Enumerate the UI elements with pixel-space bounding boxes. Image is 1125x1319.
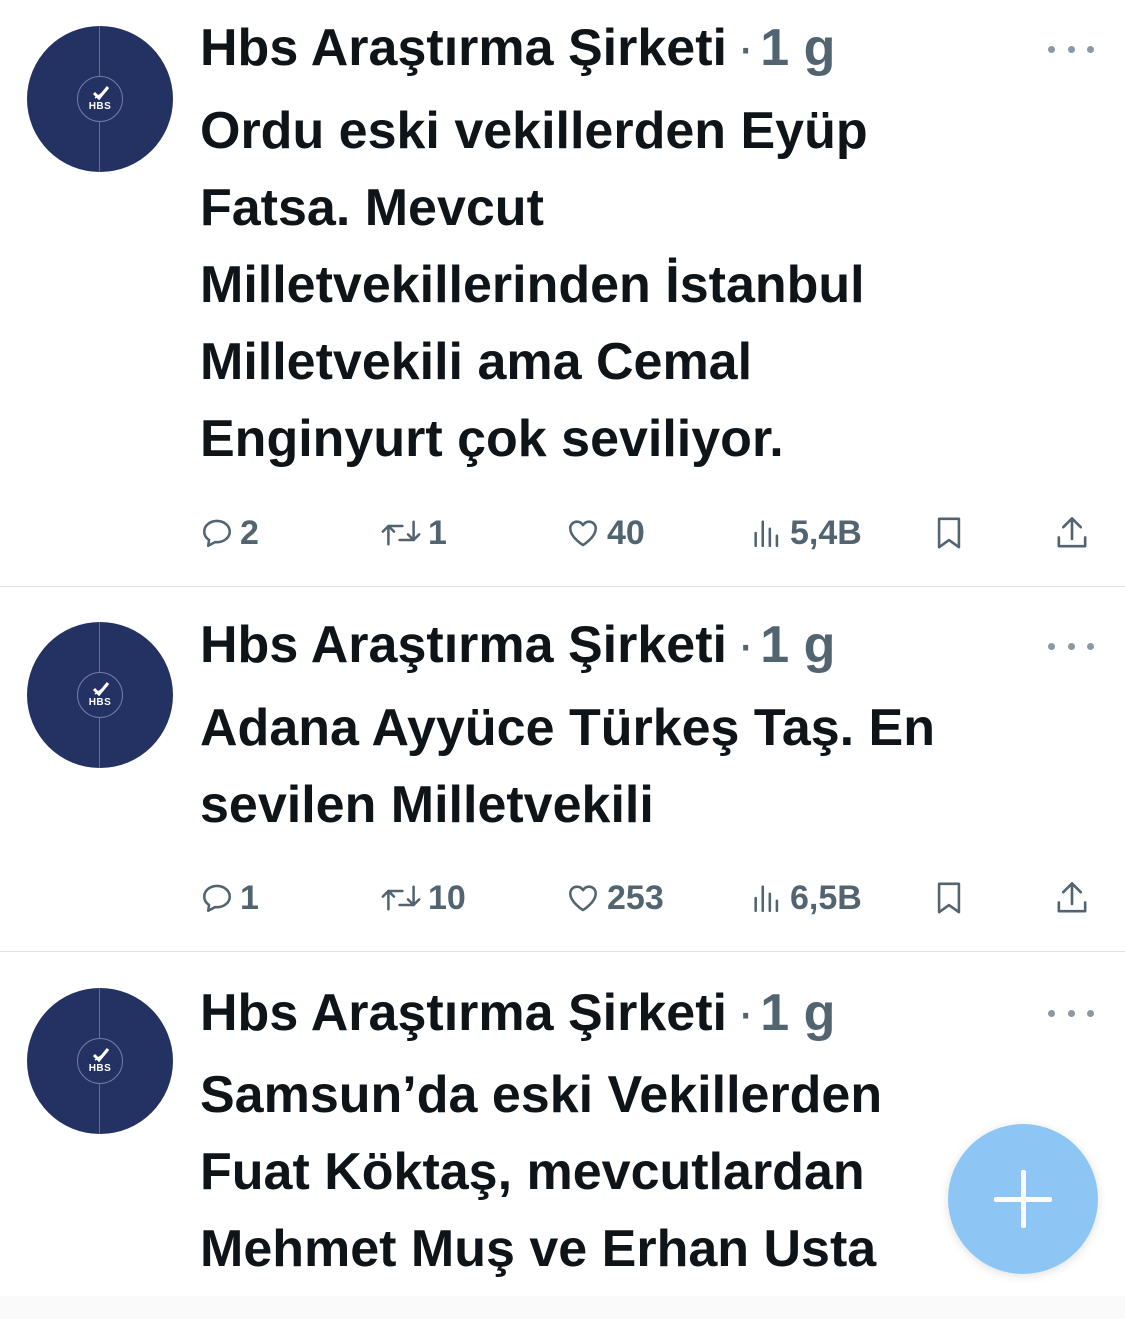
retweet-icon xyxy=(381,520,421,546)
tweet-text: Ordu eski vekillerden Eyüp Fatsa. Mevcut… xyxy=(200,102,868,468)
views-button[interactable]: 6,5B xyxy=(750,873,862,923)
reply-icon xyxy=(202,519,232,548)
share-button[interactable] xyxy=(1054,873,1090,923)
avatar[interactable]: HBS xyxy=(27,26,173,172)
heart-icon xyxy=(568,885,598,912)
timestamp[interactable]: 1 g xyxy=(760,18,835,78)
plus-icon-vertical xyxy=(1021,1170,1026,1228)
avatar-logo-text: HBS xyxy=(88,1063,112,1074)
heart-icon xyxy=(568,520,598,547)
checkmark-icon xyxy=(92,682,110,697)
author-name[interactable]: Hbs Araştırma Şirketi xyxy=(200,983,727,1043)
like-button[interactable]: 40 xyxy=(565,508,645,558)
bookmark-icon xyxy=(937,517,961,549)
like-button[interactable]: 253 xyxy=(565,873,664,923)
tweet[interactable]: HBS Hbs Araştırma Şirketi · 1 g Samsun’d… xyxy=(0,952,1125,1319)
tweet[interactable]: HBS Hbs Araştırma Şirketi · 1 g Adana Ay… xyxy=(0,587,1125,952)
more-icon[interactable] xyxy=(1048,1006,1094,1020)
retweet-icon xyxy=(381,885,421,911)
views-count: 6,5B xyxy=(790,878,862,917)
views-icon xyxy=(754,885,779,913)
hbs-logo: HBS xyxy=(77,76,123,122)
views-button[interactable]: 5,4B xyxy=(750,508,862,558)
reply-icon xyxy=(202,884,232,913)
bookmark-button[interactable] xyxy=(932,873,966,923)
separator: · xyxy=(736,616,755,674)
bookmark-icon xyxy=(937,882,961,914)
tweet-header: Hbs Araştırma Şirketi · 1 g xyxy=(200,983,835,1043)
like-count: 253 xyxy=(607,878,664,917)
reply-count: 1 xyxy=(240,878,259,917)
share-icon xyxy=(1057,517,1087,548)
retweet-button[interactable]: 10 xyxy=(380,873,466,923)
tweet-text: Adana Ayyüce Türkeş Taş. En sevilen Mill… xyxy=(200,699,936,834)
hbs-logo: HBS xyxy=(77,1038,123,1084)
avatar[interactable]: HBS xyxy=(27,622,173,768)
share-icon xyxy=(1057,882,1087,913)
tweet[interactable]: HBS Hbs Araştırma Şirketi · 1 g Ordu esk… xyxy=(0,0,1125,587)
reply-count: 2 xyxy=(240,513,259,552)
checkmark-icon xyxy=(92,1048,110,1063)
bottom-edge xyxy=(0,1296,1125,1319)
reply-button[interactable]: 2 xyxy=(200,508,259,558)
tweet-actions: 1 10 253 6,5B xyxy=(0,873,1125,923)
retweet-button[interactable]: 1 xyxy=(380,508,447,558)
more-icon[interactable] xyxy=(1048,42,1094,56)
separator: · xyxy=(736,19,755,77)
share-button[interactable] xyxy=(1054,508,1090,558)
like-count: 40 xyxy=(607,513,645,552)
retweet-count: 10 xyxy=(428,878,466,917)
avatar-logo-text: HBS xyxy=(88,101,112,112)
compose-button[interactable] xyxy=(948,1124,1098,1274)
author-name[interactable]: Hbs Araştırma Şirketi xyxy=(200,615,727,675)
avatar-logo-text: HBS xyxy=(88,697,112,708)
checkmark-icon xyxy=(92,86,110,101)
retweet-count: 1 xyxy=(428,513,447,552)
more-icon[interactable] xyxy=(1048,639,1094,653)
views-count: 5,4B xyxy=(790,513,862,552)
tweet-actions: 2 1 40 5,4B xyxy=(0,508,1125,558)
timestamp[interactable]: 1 g xyxy=(760,615,835,675)
tweet-header: Hbs Araştırma Şirketi · 1 g xyxy=(200,18,835,78)
avatar[interactable]: HBS xyxy=(27,988,173,1134)
timestamp[interactable]: 1 g xyxy=(760,983,835,1043)
reply-button[interactable]: 1 xyxy=(200,873,259,923)
bookmark-button[interactable] xyxy=(932,508,966,558)
tweet-header: Hbs Araştırma Şirketi · 1 g xyxy=(200,615,835,675)
views-icon xyxy=(754,520,779,548)
separator: · xyxy=(736,984,755,1042)
hbs-logo: HBS xyxy=(77,672,123,718)
author-name[interactable]: Hbs Araştırma Şirketi xyxy=(200,18,727,78)
